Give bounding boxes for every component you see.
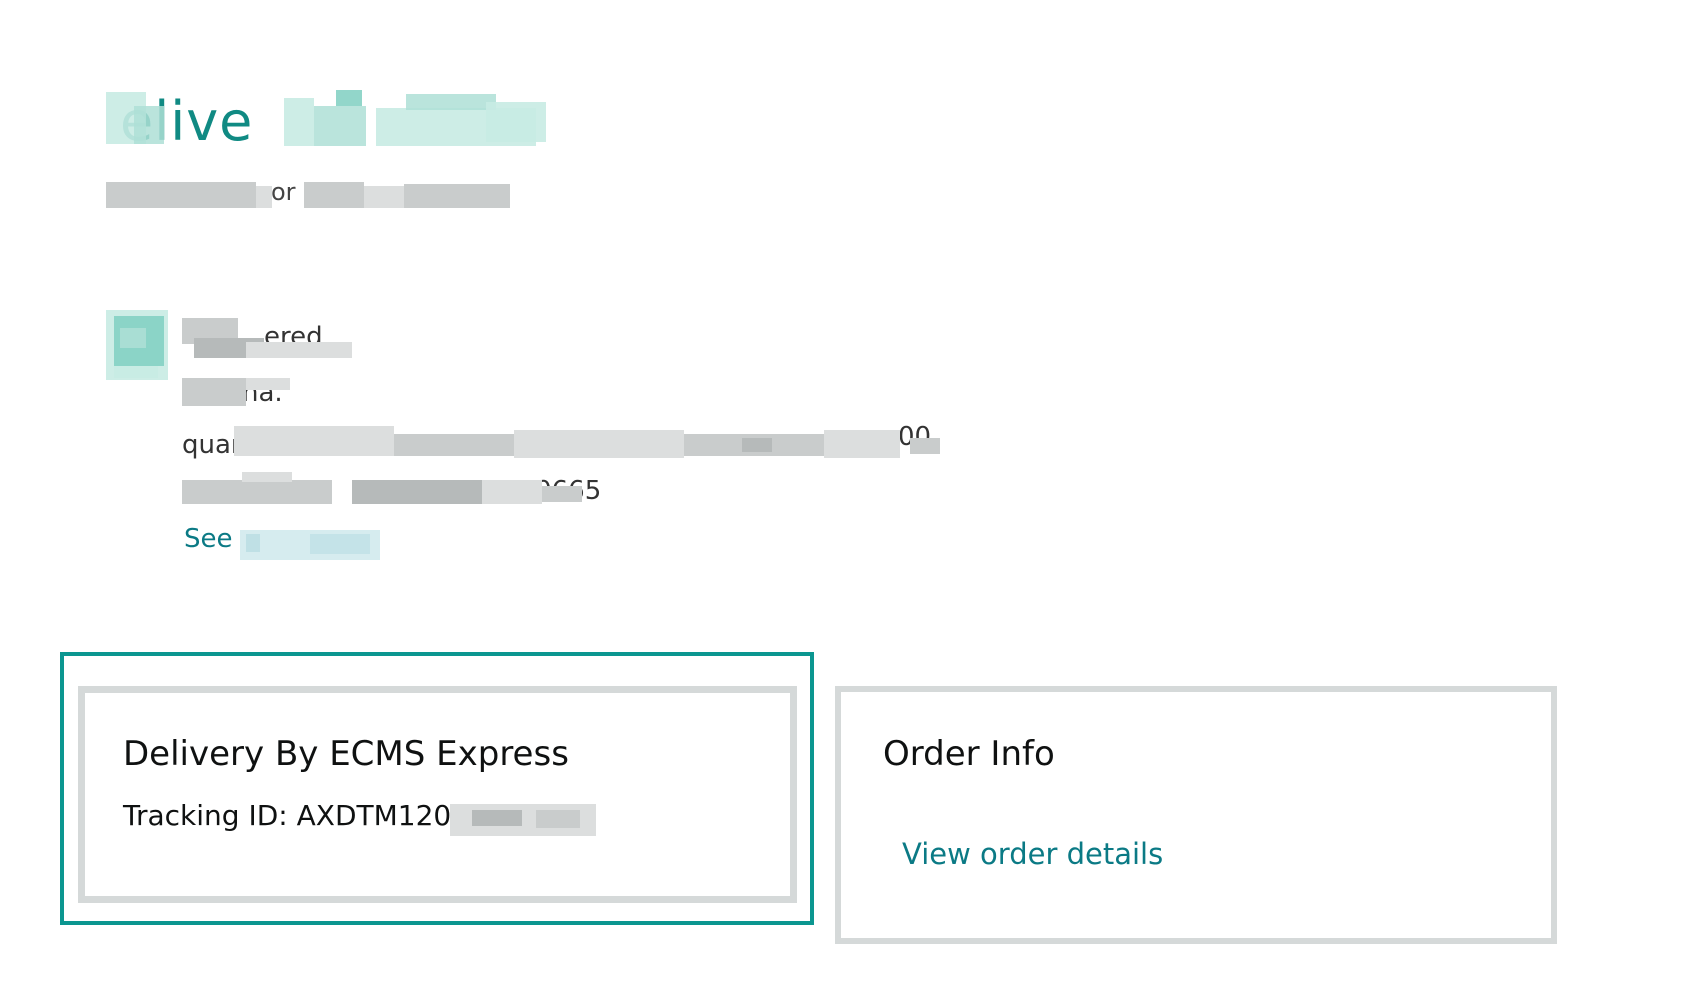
status-line-2: ha. (182, 378, 292, 408)
delivery-card-title: Delivery By ECMS Express (123, 734, 569, 774)
subtitle-text: or (271, 178, 296, 206)
tracking-id-label: Tracking ID: AXDTM120 (123, 799, 452, 832)
delivery-subtitle: or (106, 178, 516, 212)
view-order-details-link[interactable]: View order details (902, 837, 1163, 871)
delivered-status-icon (106, 310, 168, 380)
status-line-1: ered (182, 318, 352, 364)
see-all-updates-link[interactable]: See (184, 524, 233, 554)
see-link-blur (240, 530, 380, 562)
status-line-4: 510665 (182, 472, 602, 512)
order-info-card (835, 686, 1557, 944)
delivery-status-heading: elive (106, 88, 546, 158)
delivery-card (78, 686, 797, 903)
order-info-title: Order Info (883, 734, 1055, 774)
status-line-3: quan 00 (182, 422, 942, 460)
tracking-id-redacted (450, 804, 596, 836)
order-tracking-page: elive or ered ha. quan 00 See Delivery B… (0, 0, 1689, 993)
